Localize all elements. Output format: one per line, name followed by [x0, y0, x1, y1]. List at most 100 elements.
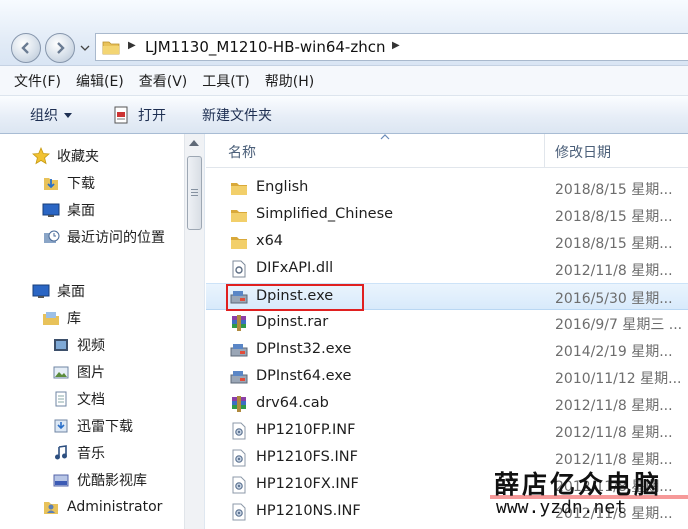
watermark-title: 薛店亿众电脑 — [494, 470, 663, 499]
column-date-modified[interactable]: 修改日期 — [555, 142, 611, 162]
column-divider[interactable] — [544, 134, 545, 168]
nav-documents[interactable]: 文档 — [52, 388, 105, 410]
folder-icon — [102, 41, 120, 55]
nav-videos-label: 视频 — [77, 338, 105, 354]
nav-favorites[interactable]: 收藏夹 — [32, 145, 99, 167]
grip-line — [191, 195, 198, 196]
address-path[interactable]: LJM1130_M1210-HB-win64-zhcn — [145, 38, 385, 56]
nav-downloads[interactable]: 下载 — [42, 172, 95, 194]
organize-button[interactable]: 组织 — [24, 102, 78, 128]
folder-icon — [231, 237, 247, 249]
menu-file[interactable]: 文件(F) — [14, 71, 61, 91]
command-toolbar: 组织 打开 新建文件夹 — [0, 96, 688, 134]
file-row[interactable]: DPInst32.exe 2014/2/19 星期... — [206, 337, 688, 364]
recent-places-icon — [44, 230, 60, 243]
column-name[interactable]: 名称 — [228, 142, 256, 162]
file-name[interactable]: x64 — [256, 233, 283, 249]
file-date-modified: 2012/11/8 星期... — [555, 398, 673, 414]
file-date-modified: 2012/11/8 星期... — [555, 425, 673, 441]
file-name[interactable]: HP1210FP.INF — [256, 422, 355, 438]
nav-libraries[interactable]: 库 — [42, 307, 81, 329]
inf-icon — [232, 476, 246, 494]
file-name[interactable]: English — [256, 179, 308, 195]
address-input[interactable]: ▶ LJM1130_M1210-HB-win64-zhcn ▶ — [95, 33, 688, 61]
back-button[interactable] — [11, 33, 41, 63]
file-date-modified: 2014/2/19 星期... — [555, 344, 673, 360]
file-name[interactable]: HP1210FS.INF — [256, 449, 358, 465]
watermark-url: www.yzdn.net — [496, 497, 627, 518]
file-name[interactable]: DPInst32.exe — [256, 341, 351, 357]
file-date-modified: 2010/11/12 星期... — [555, 371, 682, 387]
file-row[interactable]: DIFxAPI.dll 2012/11/8 星期... — [206, 256, 688, 283]
nav-admin-label: Administrator — [67, 499, 163, 515]
installer-icon — [230, 371, 248, 384]
menu-tools[interactable]: 工具(T) — [202, 71, 249, 91]
nav-xunlei-downloads[interactable]: 迅雷下载 — [52, 415, 133, 437]
arrow-left-icon — [21, 42, 29, 54]
download-library-icon — [54, 419, 68, 433]
file-date-modified: 2016/5/30 星期... — [555, 291, 673, 307]
archive-icon — [232, 396, 246, 412]
nav-music-label: 音乐 — [77, 446, 105, 462]
scroll-up-icon[interactable] — [188, 138, 200, 148]
folder-icon — [231, 210, 247, 222]
file-row[interactable]: HP1210FP.INF 2012/11/8 星期... — [206, 418, 688, 445]
archive-icon — [232, 315, 246, 331]
nav-desktop[interactable]: 桌面 — [42, 199, 95, 221]
nav-administrator[interactable]: Administrator — [42, 496, 162, 518]
file-name[interactable]: drv64.cab — [256, 395, 329, 411]
new-folder-label: 新建文件夹 — [202, 108, 272, 124]
new-folder-button[interactable]: 新建文件夹 — [196, 102, 278, 128]
file-name[interactable]: HP1210FX.INF — [256, 476, 359, 492]
nav-youku[interactable]: 优酷影视库 — [52, 469, 147, 491]
file-row[interactable]: DPInst64.exe 2010/11/12 星期... — [206, 364, 688, 391]
address-bar-area: ▶ LJM1130_M1210-HB-win64-zhcn ▶ — [0, 0, 688, 66]
video-library-icon — [54, 339, 68, 351]
file-row[interactable]: Simplified_Chinese 2018/8/15 星期... — [206, 202, 688, 229]
recent-pages-dropdown[interactable] — [80, 43, 90, 53]
grip-line — [191, 189, 198, 190]
nav-videos[interactable]: 视频 — [52, 334, 105, 356]
column-header: 名称 修改日期 — [206, 134, 688, 168]
chevron-right-icon[interactable]: ▶ — [392, 40, 400, 51]
sort-ascending-icon — [380, 134, 390, 140]
desktop-icon — [32, 284, 50, 298]
inf-icon — [232, 422, 246, 440]
nav-pictures[interactable]: 图片 — [52, 361, 105, 383]
file-name[interactable]: HP1210NS.INF — [256, 503, 361, 519]
file-name[interactable]: Simplified_Chinese — [256, 206, 393, 222]
file-name[interactable]: DPInst64.exe — [256, 368, 351, 384]
file-row[interactable]: Dpinst.rar 2016/9/7 星期三 ... — [206, 310, 688, 337]
nav-favorites-label: 收藏夹 — [57, 149, 99, 165]
file-name[interactable]: DIFxAPI.dll — [256, 260, 333, 276]
nav-recent[interactable]: 最近访问的位置 — [42, 226, 165, 248]
chevron-right-icon[interactable]: ▶ — [128, 40, 136, 51]
menu-view[interactable]: 查看(V) — [139, 71, 188, 91]
nav-scrollbar[interactable] — [184, 134, 204, 529]
open-button[interactable]: 打开 — [106, 102, 172, 128]
file-name[interactable]: Dpinst.rar — [256, 314, 328, 330]
file-row[interactable]: drv64.cab 2012/11/8 星期... — [206, 391, 688, 418]
file-row[interactable]: x64 2018/8/15 星期... — [206, 229, 688, 256]
file-row[interactable]: English 2018/8/15 星期... — [206, 175, 688, 202]
nav-desktop-root[interactable]: 桌面 — [32, 280, 85, 302]
nav-downloads-label: 下载 — [67, 176, 95, 192]
menu-bar: 文件(F) 编辑(E) 查看(V) 工具(T) 帮助(H) — [0, 66, 688, 96]
scroll-thumb[interactable] — [187, 156, 202, 230]
folder-icon — [231, 183, 247, 195]
file-row[interactable]: Dpinst.exe 2016/5/30 星期... — [206, 283, 688, 311]
desktop-icon — [42, 203, 60, 217]
file-date-modified: 2016/9/7 星期三 ... — [555, 317, 683, 333]
inf-icon — [232, 449, 246, 467]
file-date-modified: 2018/8/15 星期... — [555, 236, 673, 252]
caret-down-icon — [64, 112, 72, 118]
menu-help[interactable]: 帮助(H) — [265, 71, 314, 91]
user-folder-icon — [44, 502, 58, 514]
nav-desktop-label: 桌面 — [67, 203, 95, 219]
nav-music[interactable]: 音乐 — [52, 442, 105, 464]
downloads-folder-icon — [44, 178, 58, 190]
open-label: 打开 — [138, 108, 166, 124]
arrow-right-icon — [57, 42, 65, 54]
menu-edit[interactable]: 编辑(E) — [76, 71, 124, 91]
forward-button[interactable] — [45, 33, 75, 63]
